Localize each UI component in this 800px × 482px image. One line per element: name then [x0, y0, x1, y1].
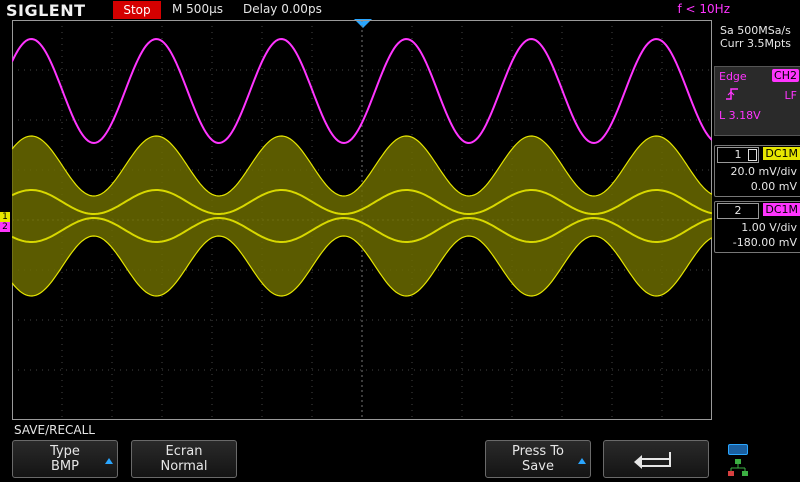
delay-readout[interactable]: Delay 0.00ps	[243, 2, 322, 16]
run-stop-indicator[interactable]: Stop	[113, 1, 161, 19]
ch2-offset: -180.00 mV	[732, 236, 797, 249]
ch1-volts-div: 20.0 mV/div	[730, 165, 797, 178]
softkey-ecran-value: Normal	[160, 459, 208, 474]
ch2-coupling: DC1M	[763, 203, 800, 216]
bandwidth-limit-icon	[748, 149, 757, 161]
trigger-source: CH2	[772, 69, 799, 82]
sample-rate: Sa 500MSa/s	[720, 24, 791, 37]
trigger-type: Edge	[719, 70, 747, 83]
brand-logo: SIGLENT	[6, 1, 86, 20]
softkey-press-to-save[interactable]: Press To Save	[485, 440, 591, 478]
network-icon	[728, 458, 748, 482]
ch2-volts-div: 1.00 V/div	[741, 221, 797, 234]
timebase-readout[interactable]: M 500µs	[172, 2, 223, 16]
acquisition-info: Sa 500MSa/s Curr 3.5Mpts	[714, 24, 800, 50]
trigger-level: L 3.18V	[719, 109, 761, 122]
top-status-bar: SIGLENT Stop M 500µs Delay 0.00ps f < 10…	[0, 0, 800, 20]
usb-icon	[728, 444, 748, 455]
ch1-coupling: DC1M	[763, 147, 800, 160]
softkey-return[interactable]	[603, 440, 709, 478]
trigger-coupling: LF	[784, 89, 797, 102]
scroll-arrow-icon	[578, 458, 586, 464]
ch2-offset-marker[interactable]: 2	[0, 222, 10, 232]
ch1-offset-marker[interactable]: 1	[0, 212, 10, 222]
softkey-ecran-label: Ecran	[165, 444, 203, 459]
softkey-save-value: Save	[522, 459, 554, 474]
return-arrow-icon	[634, 452, 671, 469]
ch1-offset: 0.00 mV	[750, 180, 797, 193]
menu-title: SAVE/RECALL	[14, 423, 95, 437]
trigger-panel[interactable]: Edge CH2 LF L 3.18V	[714, 66, 800, 136]
softkey-type-value: BMP	[51, 459, 79, 474]
ch1-panel[interactable]: 1 DC1M 20.0 mV/div 0.00 mV	[714, 145, 800, 197]
waveform-display	[12, 20, 712, 420]
ch2-panel[interactable]: 2 DC1M 1.00 V/div -180.00 mV	[714, 201, 800, 253]
memory-depth: Curr 3.5Mpts	[720, 37, 792, 50]
softkey-save-label: Press To	[511, 444, 565, 459]
scroll-arrow-icon	[105, 458, 113, 464]
softkey-type-label: Type	[50, 444, 80, 459]
ch2-number: 2	[717, 203, 759, 219]
trigger-frequency: f < 10Hz	[677, 2, 731, 16]
softkey-type[interactable]: Type BMP	[12, 440, 118, 478]
rising-edge-icon	[725, 87, 739, 104]
softkey-ecran[interactable]: Ecran Normal	[131, 440, 237, 478]
